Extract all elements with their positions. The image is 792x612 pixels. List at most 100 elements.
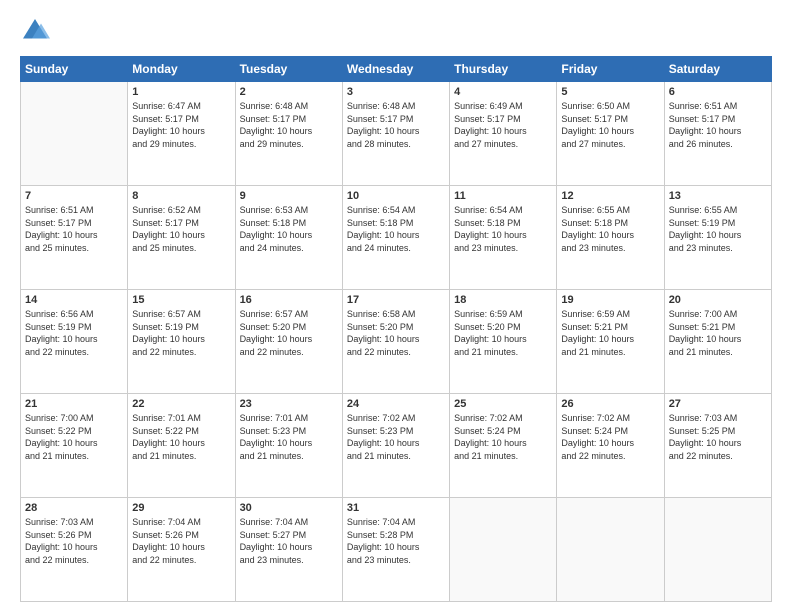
calendar-cell: 15Sunrise: 6:57 AM Sunset: 5:19 PM Dayli… [128, 290, 235, 394]
weekday-header-row: SundayMondayTuesdayWednesdayThursdayFrid… [21, 57, 772, 82]
day-number: 21 [25, 398, 123, 410]
calendar-cell: 19 Sunrise: 6:59 AM Sunset: 5:21 PM Dayli… [557, 290, 664, 394]
day-number: 29 [132, 502, 230, 514]
day-number: 10 [347, 190, 445, 202]
day-number: 9 [240, 190, 338, 202]
day-number: 19 [561, 294, 659, 306]
calendar-table: SundayMondayTuesdayWednesdayThursdayFrid… [20, 56, 772, 602]
day-number: 3 [347, 86, 445, 98]
calendar-cell: 9 Sunrise: 6:53 AM Sunset: 5:18 PM Daylig… [235, 186, 342, 290]
day-number: 30 [240, 502, 338, 514]
calendar-cell: 20 Sunrise: 7:00 AM Sunset: 5:21 PM Dayli… [664, 290, 771, 394]
day-number: 23 [240, 398, 338, 410]
day-number: 14 [25, 294, 123, 306]
week-row-5: 28 Sunrise: 7:03 AM Sunset: 5:26 PM Dayli… [21, 498, 772, 602]
cell-info: Sunrise: 6:56 AM Sunset: 5:19 PM Dayligh… [25, 308, 123, 358]
calendar-cell: 30Sunrise: 7:04 AM Sunset: 5:27 PM Dayli… [235, 498, 342, 602]
page: SundayMondayTuesdayWednesdayThursdayFrid… [0, 0, 792, 612]
week-row-3: 14 Sunrise: 6:56 AM Sunset: 5:19 PM Dayli… [21, 290, 772, 394]
weekday-header-friday: Friday [557, 57, 664, 82]
day-number: 22 [132, 398, 230, 410]
calendar-cell [450, 498, 557, 602]
cell-info: Sunrise: 6:52 AM Sunset: 5:17 PM Dayligh… [132, 204, 230, 254]
cell-info: Sunrise: 7:00 AM Sunset: 5:22 PM Dayligh… [25, 412, 123, 462]
calendar-cell: 10 Sunrise: 6:54 AM Sunset: 5:18 PM Dayli… [342, 186, 449, 290]
header [20, 16, 772, 46]
cell-info: Sunrise: 6:57 AM Sunset: 5:20 PM Dayligh… [240, 308, 338, 358]
cell-info: Sunrise: 6:48 AM Sunset: 5:17 PM Dayligh… [240, 100, 338, 150]
cell-info: Sunrise: 6:48 AM Sunset: 5:17 PM Dayligh… [347, 100, 445, 150]
day-number: 4 [454, 86, 552, 98]
cell-info: Sunrise: 7:03 AM Sunset: 5:26 PM Dayligh… [25, 516, 123, 566]
calendar-cell: 6 Sunrise: 6:51 AM Sunset: 5:17 PM Daylig… [664, 82, 771, 186]
cell-info: Sunrise: 6:55 AM Sunset: 5:18 PM Dayligh… [561, 204, 659, 254]
cell-info: Sunrise: 6:53 AM Sunset: 5:18 PM Dayligh… [240, 204, 338, 254]
day-number: 16 [240, 294, 338, 306]
calendar-cell: 13Sunrise: 6:55 AM Sunset: 5:19 PM Dayli… [664, 186, 771, 290]
calendar-cell [664, 498, 771, 602]
calendar-cell: 18 Sunrise: 6:59 AM Sunset: 5:20 PM Dayli… [450, 290, 557, 394]
cell-info: Sunrise: 6:49 AM Sunset: 5:17 PM Dayligh… [454, 100, 552, 150]
calendar-cell: 29 Sunrise: 7:04 AM Sunset: 5:26 PM Dayli… [128, 498, 235, 602]
day-number: 1 [132, 86, 230, 98]
cell-info: Sunrise: 7:03 AM Sunset: 5:25 PM Dayligh… [669, 412, 767, 462]
cell-info: Sunrise: 6:51 AM Sunset: 5:17 PM Dayligh… [25, 204, 123, 254]
calendar-cell: 5 Sunrise: 6:50 AM Sunset: 5:17 PM Daylig… [557, 82, 664, 186]
day-number: 28 [25, 502, 123, 514]
calendar-cell: 11Sunrise: 6:54 AM Sunset: 5:18 PM Dayli… [450, 186, 557, 290]
day-number: 8 [132, 190, 230, 202]
calendar-cell: 4 Sunrise: 6:49 AM Sunset: 5:17 PM Daylig… [450, 82, 557, 186]
cell-info: Sunrise: 6:54 AM Sunset: 5:18 PM Dayligh… [347, 204, 445, 254]
cell-info: Sunrise: 7:02 AM Sunset: 5:23 PM Dayligh… [347, 412, 445, 462]
day-number: 26 [561, 398, 659, 410]
day-number: 20 [669, 294, 767, 306]
calendar-cell [557, 498, 664, 602]
day-number: 7 [25, 190, 123, 202]
calendar-cell: 28 Sunrise: 7:03 AM Sunset: 5:26 PM Dayli… [21, 498, 128, 602]
day-number: 18 [454, 294, 552, 306]
cell-info: Sunrise: 7:01 AM Sunset: 5:23 PM Dayligh… [240, 412, 338, 462]
calendar-cell: 22 Sunrise: 7:01 AM Sunset: 5:22 PM Dayli… [128, 394, 235, 498]
day-number: 17 [347, 294, 445, 306]
cell-info: Sunrise: 7:04 AM Sunset: 5:26 PM Dayligh… [132, 516, 230, 566]
day-number: 15 [132, 294, 230, 306]
weekday-header-sunday: Sunday [21, 57, 128, 82]
cell-info: Sunrise: 7:02 AM Sunset: 5:24 PM Dayligh… [454, 412, 552, 462]
day-number: 5 [561, 86, 659, 98]
calendar-cell: 24Sunrise: 7:02 AM Sunset: 5:23 PM Dayli… [342, 394, 449, 498]
cell-info: Sunrise: 6:51 AM Sunset: 5:17 PM Dayligh… [669, 100, 767, 150]
cell-info: Sunrise: 7:01 AM Sunset: 5:22 PM Dayligh… [132, 412, 230, 462]
day-number: 12 [561, 190, 659, 202]
weekday-header-wednesday: Wednesday [342, 57, 449, 82]
cell-info: Sunrise: 6:47 AM Sunset: 5:17 PM Dayligh… [132, 100, 230, 150]
calendar-cell: 1 Sunrise: 6:47 AM Sunset: 5:17 PM Daylig… [128, 82, 235, 186]
cell-info: Sunrise: 6:59 AM Sunset: 5:21 PM Dayligh… [561, 308, 659, 358]
calendar-cell [21, 82, 128, 186]
week-row-1: 1 Sunrise: 6:47 AM Sunset: 5:17 PM Daylig… [21, 82, 772, 186]
weekday-header-tuesday: Tuesday [235, 57, 342, 82]
calendar-cell: 21 Sunrise: 7:00 AM Sunset: 5:22 PM Dayli… [21, 394, 128, 498]
day-number: 13 [669, 190, 767, 202]
cell-info: Sunrise: 6:54 AM Sunset: 5:18 PM Dayligh… [454, 204, 552, 254]
cell-info: Sunrise: 7:00 AM Sunset: 5:21 PM Dayligh… [669, 308, 767, 358]
day-number: 6 [669, 86, 767, 98]
calendar-cell: 14 Sunrise: 6:56 AM Sunset: 5:19 PM Dayli… [21, 290, 128, 394]
day-number: 31 [347, 502, 445, 514]
logo-icon [20, 16, 50, 46]
cell-info: Sunrise: 6:58 AM Sunset: 5:20 PM Dayligh… [347, 308, 445, 358]
day-number: 27 [669, 398, 767, 410]
calendar-cell: 3 Sunrise: 6:48 AM Sunset: 5:17 PM Daylig… [342, 82, 449, 186]
week-row-4: 21 Sunrise: 7:00 AM Sunset: 5:22 PM Dayli… [21, 394, 772, 498]
calendar-cell: 31Sunrise: 7:04 AM Sunset: 5:28 PM Dayli… [342, 498, 449, 602]
calendar-cell: 8 Sunrise: 6:52 AM Sunset: 5:17 PM Daylig… [128, 186, 235, 290]
day-number: 25 [454, 398, 552, 410]
day-number: 2 [240, 86, 338, 98]
cell-info: Sunrise: 7:02 AM Sunset: 5:24 PM Dayligh… [561, 412, 659, 462]
logo [20, 16, 54, 46]
calendar-cell: 16 Sunrise: 6:57 AM Sunset: 5:20 PM Dayli… [235, 290, 342, 394]
calendar-cell: 25 Sunrise: 7:02 AM Sunset: 5:24 PM Dayli… [450, 394, 557, 498]
weekday-header-monday: Monday [128, 57, 235, 82]
cell-info: Sunrise: 6:59 AM Sunset: 5:20 PM Dayligh… [454, 308, 552, 358]
cell-info: Sunrise: 6:50 AM Sunset: 5:17 PM Dayligh… [561, 100, 659, 150]
calendar-cell: 12 Sunrise: 6:55 AM Sunset: 5:18 PM Dayli… [557, 186, 664, 290]
